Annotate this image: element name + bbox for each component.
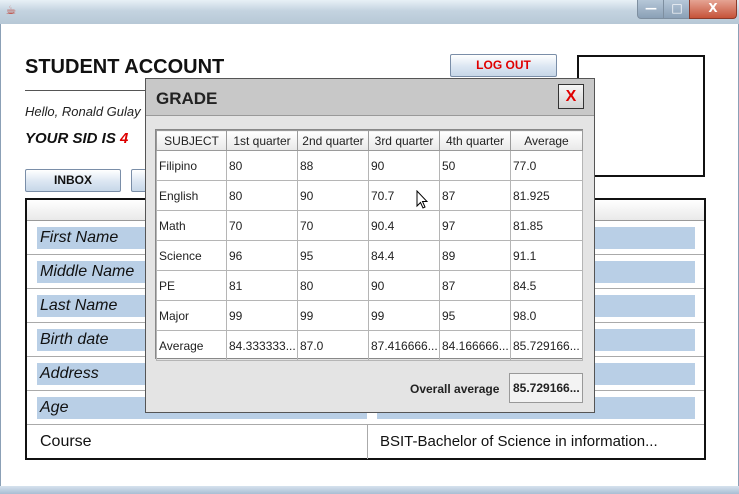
window-bottom-border (0, 486, 739, 494)
sid-text: YOUR SID IS 4 (25, 130, 128, 147)
table-cell[interactable]: 84.5 (510, 270, 583, 301)
sid-label: YOUR SID IS (25, 130, 116, 147)
minimize-icon[interactable]: — (637, 0, 665, 19)
java-app-icon: ☕ (5, 3, 17, 17)
overall-average-field[interactable]: 85.729166... (509, 373, 583, 403)
table-cell[interactable]: 90 (297, 180, 369, 211)
inbox-button[interactable]: INBOX (25, 169, 121, 192)
grade-table: SUBJECT 1st quarter 2nd quarter 3rd quar… (156, 130, 583, 361)
table-cell[interactable]: 90 (368, 150, 440, 181)
table-cell[interactable]: 70.7 (368, 180, 440, 211)
table-cell[interactable]: 81.925 (510, 180, 583, 211)
table-cell[interactable]: Average (156, 330, 227, 361)
table-row[interactable]: Major 99 99 99 95 98.0 (156, 300, 583, 331)
table-cell[interactable]: 87.416666... (368, 330, 440, 361)
table-cell[interactable]: 95 (439, 300, 511, 331)
table-cell[interactable]: 84.166666... (439, 330, 511, 361)
table-cell[interactable]: 90.4 (368, 210, 440, 241)
grade-table-header: SUBJECT 1st quarter 2nd quarter 3rd quar… (156, 130, 583, 151)
column-header[interactable]: Average (510, 130, 583, 151)
table-cell[interactable]: Science (156, 240, 227, 271)
table-cell[interactable]: PE (156, 270, 227, 301)
table-cell[interactable]: 85.729166... (510, 330, 583, 361)
table-cell[interactable]: 81 (226, 270, 298, 301)
table-cell[interactable]: 99 (368, 300, 440, 331)
table-cell[interactable]: 87.0 (297, 330, 369, 361)
window-titlebar: ☕ — □ X (0, 0, 739, 24)
table-cell[interactable]: 80 (297, 270, 369, 301)
table-row[interactable]: Math 70 70 90.4 97 81.85 (156, 210, 583, 241)
column-header[interactable]: 4th quarter (439, 130, 511, 151)
column-header[interactable]: SUBJECT (156, 130, 227, 151)
table-cell[interactable]: 87 (439, 270, 511, 301)
table-cell[interactable]: 88 (297, 150, 369, 181)
profile-value: BSIT-Bachelor of Science in information.… (380, 433, 658, 450)
table-cell[interactable]: English (156, 180, 227, 211)
profile-photo (577, 55, 705, 177)
logout-button[interactable]: LOG OUT (450, 54, 557, 77)
dialog-title: GRADE (156, 89, 218, 108)
column-header[interactable]: 1st quarter (226, 130, 298, 151)
table-cell[interactable]: 70 (226, 210, 298, 241)
greeting-text: Hello, Ronald Gulay (25, 104, 141, 119)
table-cell[interactable]: 99 (226, 300, 298, 331)
table-cell[interactable]: 77.0 (510, 150, 583, 181)
grade-dialog: GRADE X SUBJECT 1st quarter 2nd quarter … (145, 78, 595, 413)
dialog-close-button[interactable]: X (558, 84, 584, 109)
table-cell[interactable]: 81.85 (510, 210, 583, 241)
cell-divider (367, 425, 368, 459)
table-cell[interactable]: 98.0 (510, 300, 583, 331)
maximize-icon[interactable]: □ (663, 0, 691, 19)
table-cell[interactable]: 99 (297, 300, 369, 331)
table-cell[interactable]: 89 (439, 240, 511, 271)
sid-value: 4 (120, 130, 129, 147)
table-row[interactable]: Filipino 80 88 90 50 77.0 (156, 150, 583, 181)
table-cell[interactable]: 80 (226, 150, 298, 181)
table-row[interactable]: Science 96 95 84.4 89 91.1 (156, 240, 583, 271)
table-cell[interactable]: 87 (439, 180, 511, 211)
table-cell[interactable]: 84.4 (368, 240, 440, 271)
table-cell[interactable]: 84.333333... (226, 330, 298, 361)
table-cell[interactable]: 50 (439, 150, 511, 181)
table-row[interactable]: PE 81 80 90 87 84.5 (156, 270, 583, 301)
dialog-header: GRADE X (146, 79, 594, 116)
column-header[interactable]: 3rd quarter (368, 130, 440, 151)
table-cell[interactable]: Filipino (156, 150, 227, 181)
profile-row-course: Course BSIT-Bachelor of Science in infor… (27, 425, 704, 459)
table-cell[interactable]: 95 (297, 240, 369, 271)
table-cell[interactable]: Math (156, 210, 227, 241)
profile-label: Course (40, 433, 92, 450)
grade-table-container: SUBJECT 1st quarter 2nd quarter 3rd quar… (155, 129, 583, 361)
table-cell[interactable]: 96 (226, 240, 298, 271)
table-cell[interactable]: 80 (226, 180, 298, 211)
column-header[interactable]: 2nd quarter (297, 130, 369, 151)
close-icon[interactable]: X (689, 0, 737, 19)
table-cell[interactable]: Major (156, 300, 227, 331)
mouse-cursor-icon (416, 190, 428, 209)
table-cell[interactable]: 97 (439, 210, 511, 241)
table-cell[interactable]: 70 (297, 210, 369, 241)
table-cell[interactable]: 91.1 (510, 240, 583, 271)
table-row-average[interactable]: Average 84.333333... 87.0 87.416666... 8… (156, 330, 583, 361)
page-title: STUDENT ACCOUNT (25, 56, 225, 78)
table-row[interactable]: English 80 90 70.7 87 81.925 (156, 180, 583, 211)
overall-average-label: Overall average (410, 382, 500, 396)
table-cell[interactable]: 90 (368, 270, 440, 301)
